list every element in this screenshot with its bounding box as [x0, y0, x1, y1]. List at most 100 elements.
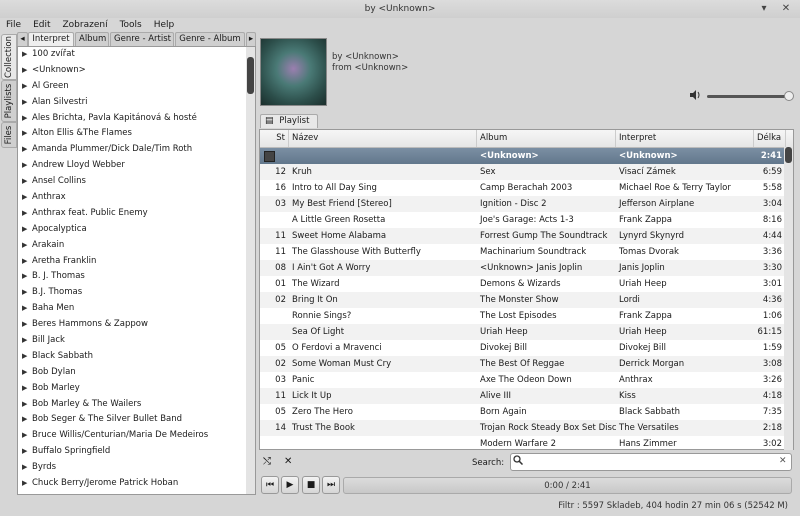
play-button[interactable]: ▶ — [281, 476, 299, 494]
expand-arrow-icon[interactable]: ▶ — [22, 285, 27, 301]
artist-list-item[interactable]: ▶ Black Sabbath — [18, 349, 255, 365]
artist-list-item[interactable]: ▶ Anthrax — [18, 190, 255, 206]
expand-arrow-icon[interactable]: ▶ — [22, 460, 27, 476]
artist-list-item[interactable]: ▶ Al Green — [18, 79, 255, 95]
expand-arrow-icon[interactable]: ▶ — [22, 412, 27, 428]
artist-list-item[interactable]: ▶ Bob Dylan — [18, 365, 255, 381]
artist-list-item[interactable]: ▶ Ansel Collins — [18, 174, 255, 190]
playlist-row[interactable]: 03 My Best Friend [Stereo] Ignition - Disc… — [260, 196, 786, 212]
playlist-row[interactable]: 01 The Wizard Demons & Wizards Uriah Heep 3:… — [260, 276, 786, 292]
playlist-row[interactable]: 05 O Ferdovi a Mravenci Divokej Bill Divoke… — [260, 340, 786, 356]
menu-help[interactable]: Help — [148, 18, 181, 32]
tab-genre-album[interactable]: Genre - Album — [175, 32, 245, 46]
volume-icon[interactable] — [690, 90, 702, 103]
playlist-row[interactable]: 11 Lick It Up Alive III Kiss 4:18 — [260, 388, 786, 404]
artist-list-item[interactable]: ▶ Baha Men — [18, 301, 255, 317]
tab-interpret[interactable]: Interpret — [28, 32, 74, 46]
expand-arrow-icon[interactable]: ▶ — [22, 79, 27, 95]
artist-list-item[interactable]: ▶ Andrew Lloyd Webber — [18, 158, 255, 174]
artist-list-item[interactable]: ▶ Buffalo Springfield — [18, 444, 255, 460]
scrollbar-thumb[interactable] — [247, 57, 254, 94]
artist-list-item[interactable]: ▶ Bob Marley — [18, 381, 255, 397]
playlist-row[interactable]: 05 Zero The Hero Born Again Black Sabbath 7:… — [260, 404, 786, 420]
scrollbar-thumb[interactable] — [785, 147, 792, 163]
expand-arrow-icon[interactable]: ▶ — [22, 317, 27, 333]
volume-slider-handle[interactable] — [784, 91, 794, 101]
expand-arrow-icon[interactable]: ▶ — [22, 254, 27, 270]
shuffle-icon[interactable]: ⤭ — [263, 456, 271, 467]
expand-arrow-icon[interactable]: ▶ — [22, 47, 27, 63]
playlist-row[interactable]: 11 Sweet Home Alabama Forrest Gump The Sou… — [260, 228, 786, 244]
expand-arrow-icon[interactable]: ▶ — [22, 301, 27, 317]
artist-list-item[interactable]: ▶ Aretha Franklin — [18, 254, 255, 270]
artist-list-item[interactable]: ▶ Byrds — [18, 460, 255, 476]
playlist-row[interactable]: 14 Trust The Book Trojan Rock Steady Box S… — [260, 420, 786, 436]
playlist-row[interactable]: 11 The Glasshouse With Butterfly Machinari… — [260, 244, 786, 260]
expand-arrow-icon[interactable]: ▶ — [22, 174, 27, 190]
tab-album[interactable]: Album — [75, 32, 109, 46]
expand-arrow-icon[interactable]: ▶ — [22, 126, 27, 142]
artist-list-item[interactable]: ▶ Beres Hammons & Zappow — [18, 317, 255, 333]
next-track-button[interactable]: ⏭ — [322, 476, 340, 494]
tab-genre-artist[interactable]: Genre - Artist — [110, 32, 174, 46]
playlist-scrollbar[interactable] — [784, 147, 793, 450]
playlist-row[interactable]: 08 I Ain't Got A Worry <Unknown> Janis Jop… — [260, 260, 786, 276]
artist-list-item[interactable]: ▶ Bob Marley & The Wailers — [18, 397, 255, 413]
expand-arrow-icon[interactable]: ▶ — [22, 190, 27, 206]
expand-arrow-icon[interactable]: ▶ — [22, 476, 27, 492]
expand-arrow-icon[interactable]: ▶ — [22, 111, 27, 127]
artist-list-item[interactable]: ▶ 100 zvířat — [18, 47, 255, 63]
artist-list-item[interactable]: ▶ Arakain — [18, 238, 255, 254]
expand-arrow-icon[interactable]: ▶ — [22, 428, 27, 444]
artist-list-item[interactable]: ▶ Chuck Berry/Jerome Patrick Hoban — [18, 476, 255, 492]
column-header-artist[interactable]: Interpret — [616, 130, 754, 147]
volume-slider[interactable] — [707, 95, 792, 98]
minimize-icon[interactable]: ▾ — [758, 3, 770, 15]
expand-arrow-icon[interactable]: ▶ — [22, 158, 27, 174]
search-clear-icon[interactable]: ✕ — [779, 456, 787, 466]
playlist-row[interactable]: 02 Some Woman Must Cry The Best Of Reggae D… — [260, 356, 786, 372]
expand-arrow-icon[interactable]: ▶ — [22, 381, 27, 397]
playlist-row[interactable]: Ronnie Sings? The Lost Episodes Frank Zapp… — [260, 308, 786, 324]
expand-arrow-icon[interactable]: ▶ — [22, 222, 27, 238]
menu-tools[interactable]: Tools — [114, 18, 148, 32]
menu-view[interactable]: Zobrazení — [57, 18, 114, 32]
column-header-title[interactable]: Název — [289, 130, 477, 147]
playlist-row[interactable]: 03 Panic Axe The Odeon Down Anthrax 3:26 — [260, 372, 786, 388]
playlist-row[interactable]: 02 Bring It On The Monster Show Lordi 4:36 — [260, 292, 786, 308]
clear-playlist-icon[interactable]: ✕ — [284, 456, 292, 467]
artist-list-item[interactable]: ▶ B. J. Thomas — [18, 269, 255, 285]
column-header-track[interactable]: St — [260, 130, 289, 147]
menu-edit[interactable]: Edit — [27, 18, 56, 32]
column-header-length[interactable]: Délka — [754, 130, 786, 147]
search-input[interactable] — [510, 453, 792, 471]
menu-file[interactable]: File — [0, 18, 27, 32]
tabs-scroll-left-icon[interactable]: ◂ — [17, 32, 28, 46]
expand-arrow-icon[interactable]: ▶ — [22, 349, 27, 365]
artist-list-item[interactable]: ▶ Ales Brichta, Pavla Kapitánová & hosté — [18, 111, 255, 127]
previous-track-button[interactable]: ⏮ — [261, 476, 279, 494]
side-tab-files[interactable]: Files — [1, 122, 17, 148]
expand-arrow-icon[interactable]: ▶ — [22, 95, 27, 111]
tabs-scroll-right-icon[interactable]: ▸ — [246, 32, 256, 46]
column-header-album[interactable]: Album — [477, 130, 616, 147]
expand-arrow-icon[interactable]: ▶ — [22, 365, 27, 381]
expand-arrow-icon[interactable]: ▶ — [22, 333, 27, 349]
artist-list-item[interactable]: ▶ Amanda Plummer/Dick Dale/Tim Roth — [18, 142, 255, 158]
stop-button[interactable]: ■ — [302, 476, 320, 494]
seek-bar[interactable]: 0:00 / 2:41 — [343, 477, 792, 494]
expand-arrow-icon[interactable]: ▶ — [22, 444, 27, 460]
playlist-row[interactable]: 12 Kruh Sex Visací Zámek 6:59 — [260, 164, 786, 180]
playlist-row[interactable]: <Unknown> <Unknown> 2:41 — [260, 148, 786, 164]
close-icon[interactable]: ✕ — [780, 3, 792, 15]
expand-arrow-icon[interactable]: ▶ — [22, 238, 27, 254]
tab-playlist-1[interactable]: ▤ Playlist 1 — [260, 114, 318, 139]
expand-arrow-icon[interactable]: ▶ — [22, 269, 27, 285]
artist-list-item[interactable]: ▶ <Unknown> — [18, 63, 255, 79]
playlist-row[interactable]: 16 Intro to All Day Sing Camp Berachah 200… — [260, 180, 786, 196]
artist-list-item[interactable]: ▶ Apocalyptica — [18, 222, 255, 238]
side-tab-collection[interactable]: Collection — [1, 34, 17, 80]
artist-list-item[interactable]: ▶ Bruce Willis/Centurian/Maria De Medeiro… — [18, 428, 255, 444]
artist-list-item[interactable]: ▶ Alton Ellis &The Flames — [18, 126, 255, 142]
expand-arrow-icon[interactable]: ▶ — [22, 142, 27, 158]
